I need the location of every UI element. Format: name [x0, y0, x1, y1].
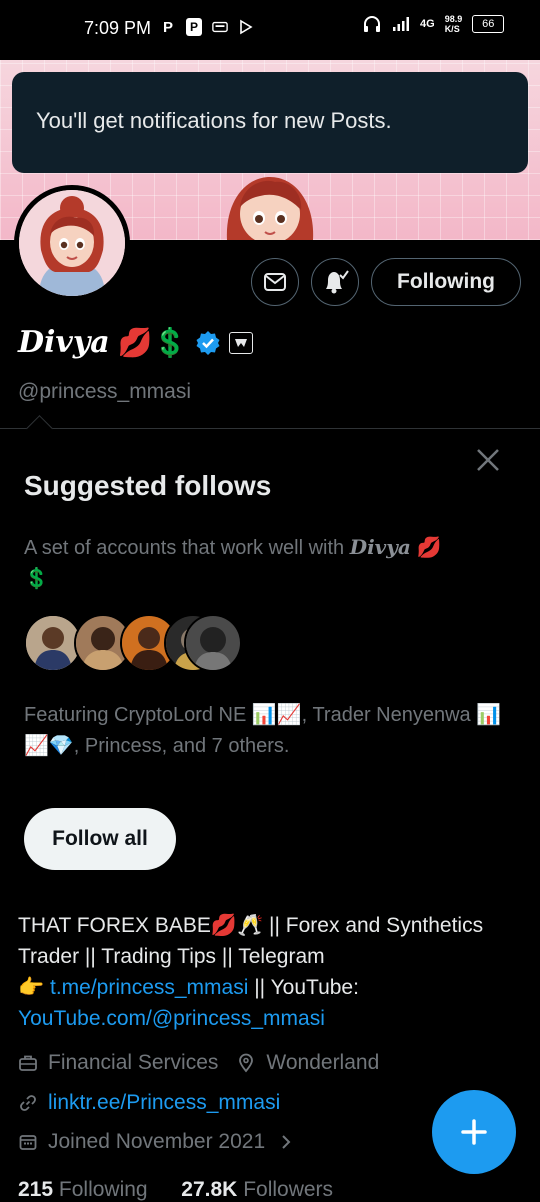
toast-message: You'll get notifications for new Posts. — [36, 108, 392, 133]
compose-post-button[interactable] — [432, 1090, 516, 1174]
followers-label: Followers — [243, 1178, 334, 1201]
following-count-link[interactable]: 215 Following — [18, 1178, 148, 1201]
suggested-avatar — [184, 614, 242, 672]
profile-joined-date: Joined November 2021 — [48, 1130, 266, 1153]
app-icon — [212, 18, 228, 36]
description-emojis: 💋 — [416, 537, 442, 559]
signal-icon — [393, 17, 409, 31]
telegram-link[interactable]: t.me/princess_mmasi — [50, 976, 248, 999]
notification-toast: You'll get notifications for new Posts. — [12, 72, 528, 173]
link-icon — [20, 1095, 36, 1111]
p-app-icon: P — [186, 18, 202, 36]
calendar-icon — [19, 1135, 37, 1150]
envelope-icon — [264, 273, 286, 291]
followers-count: 27.8K — [181, 1178, 238, 1201]
profile-avatar[interactable] — [14, 185, 130, 301]
description-emoji-2: 💲 — [24, 568, 49, 590]
bio-text: THAT FOREX BABE💋🥂 || Forex and Synthetic… — [18, 914, 484, 968]
profile-joined-row[interactable]: Joined November 2021 — [18, 1130, 293, 1154]
profile-website-link[interactable]: linktr.ee/Princess_mmasi — [48, 1091, 280, 1115]
banner-character-image — [215, 172, 325, 244]
data-speed: 98.9 K/S — [445, 14, 463, 34]
message-button[interactable] — [251, 258, 299, 306]
notifications-button[interactable] — [311, 258, 359, 306]
profile-bio: THAT FOREX BABE💋🥂 || Forex and Synthetic… — [18, 910, 518, 1034]
p-app-icon: P — [162, 18, 173, 36]
follow-counts: 215 Following 27.8K Followers — [18, 1178, 333, 1202]
bio-mid-text: || YouTube: — [248, 976, 359, 999]
pointer-emoji: 👉 — [18, 976, 45, 999]
briefcase-icon — [19, 1055, 37, 1071]
followers-count-link[interactable]: 27.8K Followers — [181, 1178, 333, 1201]
status-app-icons: P P — [160, 18, 254, 36]
status-system-icons: 4G 98.9 K/S 66 — [362, 14, 505, 34]
profile-handle: @princess_mmasi — [18, 380, 192, 403]
profile-website-row: linktr.ee/Princess_mmasi — [18, 1091, 280, 1115]
section-divider — [0, 428, 540, 429]
profile-name-row: Divya 💋💲 — [18, 325, 254, 360]
display-name: Divya — [18, 325, 110, 360]
plus-icon — [461, 1119, 487, 1145]
status-time: 7:09 PM — [84, 18, 152, 38]
suggested-follows-title: Suggested follows — [24, 470, 272, 501]
bell-check-icon — [326, 270, 349, 294]
avatar-image — [19, 190, 125, 296]
profile-category: Financial Services — [48, 1051, 219, 1074]
follow-all-button[interactable]: Follow all — [24, 808, 176, 870]
youtube-link[interactable]: YouTube.com/@princess_mmasi — [18, 1007, 325, 1030]
following-label: Following — [58, 1178, 148, 1201]
name-emojis: 💋💲 — [117, 326, 188, 359]
status-bar: 7:09 PM P P 4G 98.9 K/S 66 — [0, 0, 540, 60]
battery-icon: 66 — [472, 15, 505, 33]
profile-meta-row: Financial Services Wonderland — [18, 1051, 379, 1075]
speed-value: 98.9 — [444, 14, 463, 24]
suggestion-caret — [26, 415, 53, 442]
close-icon — [477, 449, 499, 471]
verified-badge-icon[interactable] — [195, 330, 221, 356]
location-pin-icon — [239, 1053, 254, 1073]
following-button[interactable]: Following — [371, 258, 521, 306]
profile-location: Wonderland — [266, 1051, 380, 1074]
speed-unit: K/S — [444, 24, 460, 34]
affiliate-badge-icon[interactable] — [229, 331, 254, 354]
description-name: Divya — [349, 535, 411, 559]
following-count: 215 — [18, 1178, 54, 1201]
headphones-icon — [364, 16, 380, 32]
chevron-right-icon — [282, 1135, 291, 1149]
suggested-featuring-text: Featuring CryptoLord NE 📊📈, Trader Nenye… — [24, 704, 502, 757]
play-store-icon — [238, 18, 254, 36]
network-type: 4G — [420, 18, 435, 30]
description-prefix: A set of accounts that work well with — [24, 537, 345, 559]
close-suggestions-button[interactable] — [474, 446, 502, 474]
suggested-description: A set of accounts that work well with Di… — [24, 532, 514, 595]
